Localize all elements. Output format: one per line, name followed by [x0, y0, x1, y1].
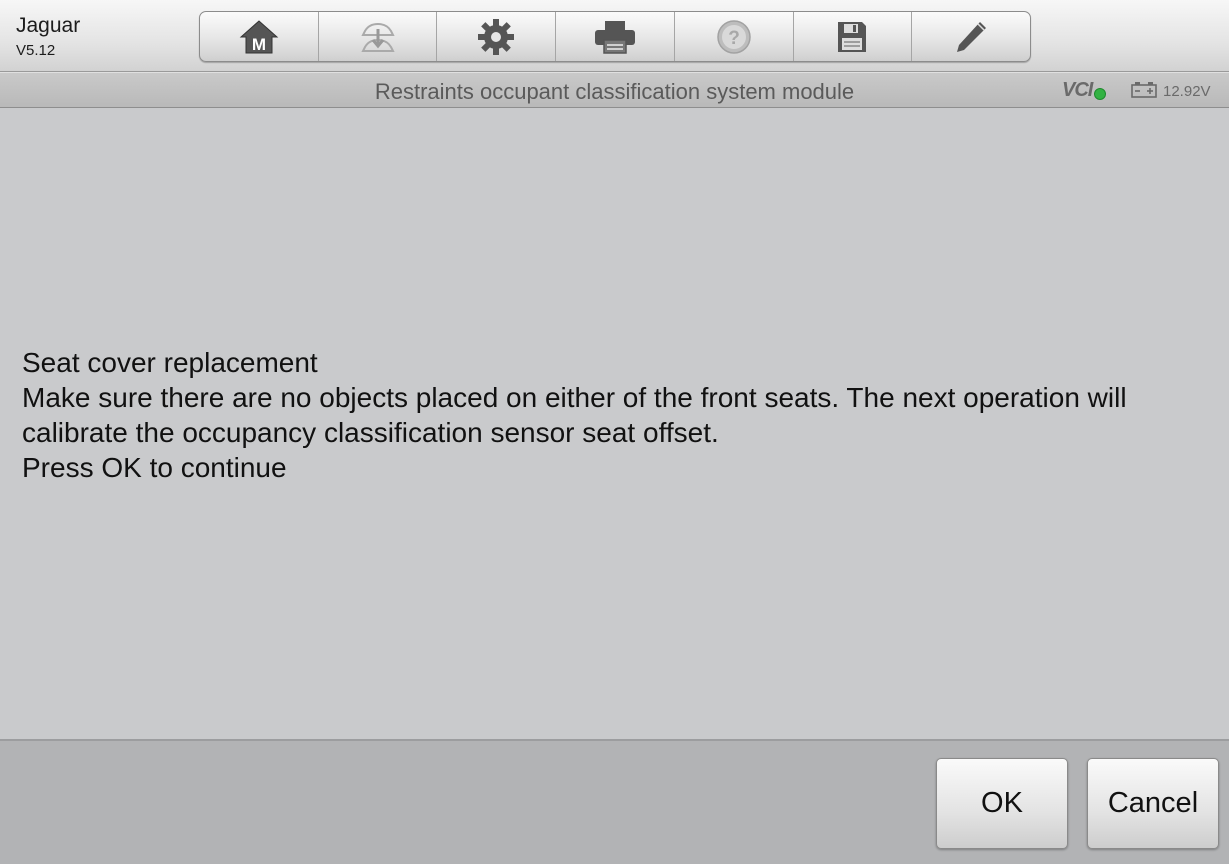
pencil-icon [953, 19, 989, 55]
ok-button[interactable]: OK [936, 758, 1068, 849]
vci-connected-icon [1094, 88, 1106, 100]
message-prompt: Press OK to continue [22, 452, 287, 483]
settings-button[interactable] [437, 12, 557, 61]
vehicle-swap-icon [357, 19, 399, 55]
edit-button[interactable] [912, 12, 1030, 61]
app-title: Jaguar [16, 14, 81, 37]
battery-icon [1131, 82, 1157, 103]
svg-text:?: ? [728, 28, 740, 49]
instruction-message: Seat cover replacement Make sure there a… [22, 345, 1217, 485]
print-button[interactable] [556, 12, 675, 61]
battery-voltage: 12.92V [1163, 83, 1211, 100]
save-icon [836, 20, 868, 54]
module-header: Restraints occupant classification syste… [0, 72, 1229, 108]
message-body: Make sure there are no objects placed on… [22, 382, 1127, 448]
vehicle-swap-button[interactable] [319, 12, 438, 61]
vci-label: VCI [1062, 79, 1093, 101]
help-icon: ? [716, 19, 752, 55]
cancel-button[interactable]: Cancel [1087, 758, 1219, 849]
module-title: Restraints occupant classification syste… [374, 79, 855, 104]
top-bar: Jaguar V5.12 M ? [0, 0, 1229, 72]
gear-icon [477, 18, 515, 56]
message-area: Seat cover replacement Make sure there a… [0, 108, 1229, 739]
main-toolbar: M ? [199, 11, 1031, 62]
home-icon-letter: M [252, 35, 266, 54]
help-button[interactable]: ? [675, 12, 794, 61]
app-version: V5.12 [16, 42, 56, 59]
action-footer: OK Cancel [0, 739, 1229, 864]
home-button[interactable]: M [200, 12, 319, 61]
home-icon: M [239, 19, 279, 55]
printer-icon [594, 20, 636, 54]
save-button[interactable] [794, 12, 913, 61]
message-heading: Seat cover replacement [22, 347, 318, 378]
